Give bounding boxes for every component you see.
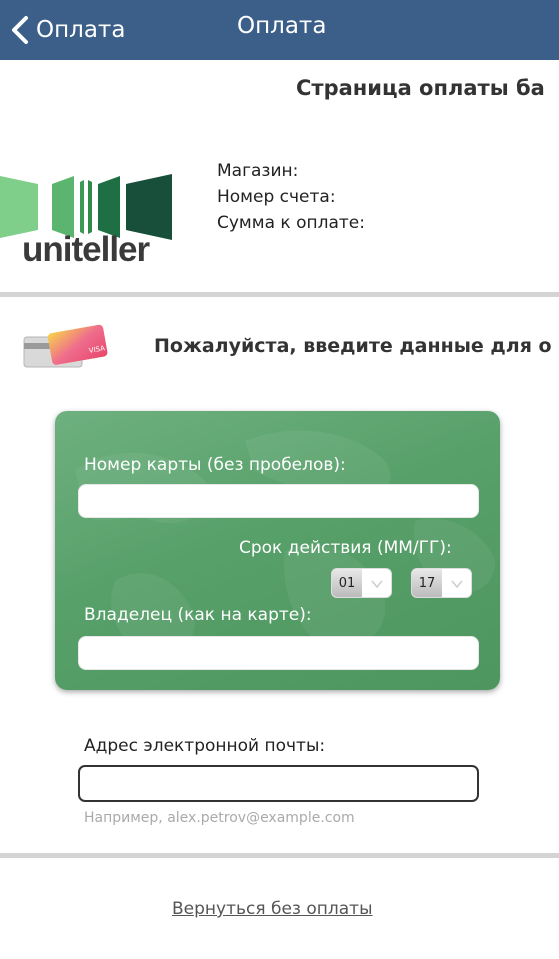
amount-label: Сумма к оплате: — [217, 213, 365, 233]
back-button[interactable]: Оплата — [10, 8, 125, 52]
invoice-number-label: Номер счета: — [217, 187, 336, 207]
chevron-down-icon — [371, 580, 383, 589]
top-bar: Оплата Оплата — [0, 0, 559, 60]
shop-label: Магазин: — [217, 161, 299, 181]
card-number-input[interactable] — [78, 484, 479, 518]
chevron-left-icon — [12, 16, 28, 44]
card-holder-label: Владелец (как на карте): — [84, 605, 312, 625]
card-data-prompt: Пожалуйста, введите данные для о — [154, 335, 552, 357]
email-hint: Например, alex.petrov@example.com — [84, 810, 355, 826]
order-info: Магазин: Номер счета: Сумма к оплате: — [217, 158, 365, 236]
back-label: Оплата — [36, 17, 126, 43]
page-title: Оплата — [237, 13, 327, 39]
credit-cards-icon: VISA — [23, 324, 108, 368]
return-without-payment-link[interactable]: Вернуться без оплаты — [172, 899, 373, 919]
card-form-panel: Номер карты (без пробелов): Срок действи… — [55, 411, 500, 690]
expiry-month-select[interactable]: 01 — [331, 568, 392, 598]
divider — [0, 292, 559, 297]
expiry-year-select[interactable]: 17 — [411, 568, 472, 598]
expiry-month-value: 01 — [332, 569, 362, 597]
card-holder-input[interactable] — [78, 636, 479, 670]
chevron-down-icon — [451, 580, 463, 589]
expiry-label: Срок действия (ММ/ГГ): — [239, 538, 452, 558]
card-number-label: Номер карты (без пробелов): — [84, 455, 346, 475]
email-label: Адрес электронной почты: — [84, 736, 326, 756]
divider — [0, 853, 559, 858]
uniteller-logo-text: uniteller — [22, 230, 150, 269]
email-input[interactable] — [78, 765, 479, 802]
expiry-year-value: 17 — [412, 569, 442, 597]
payment-page-heading: Страница оплаты ба — [296, 76, 545, 100]
